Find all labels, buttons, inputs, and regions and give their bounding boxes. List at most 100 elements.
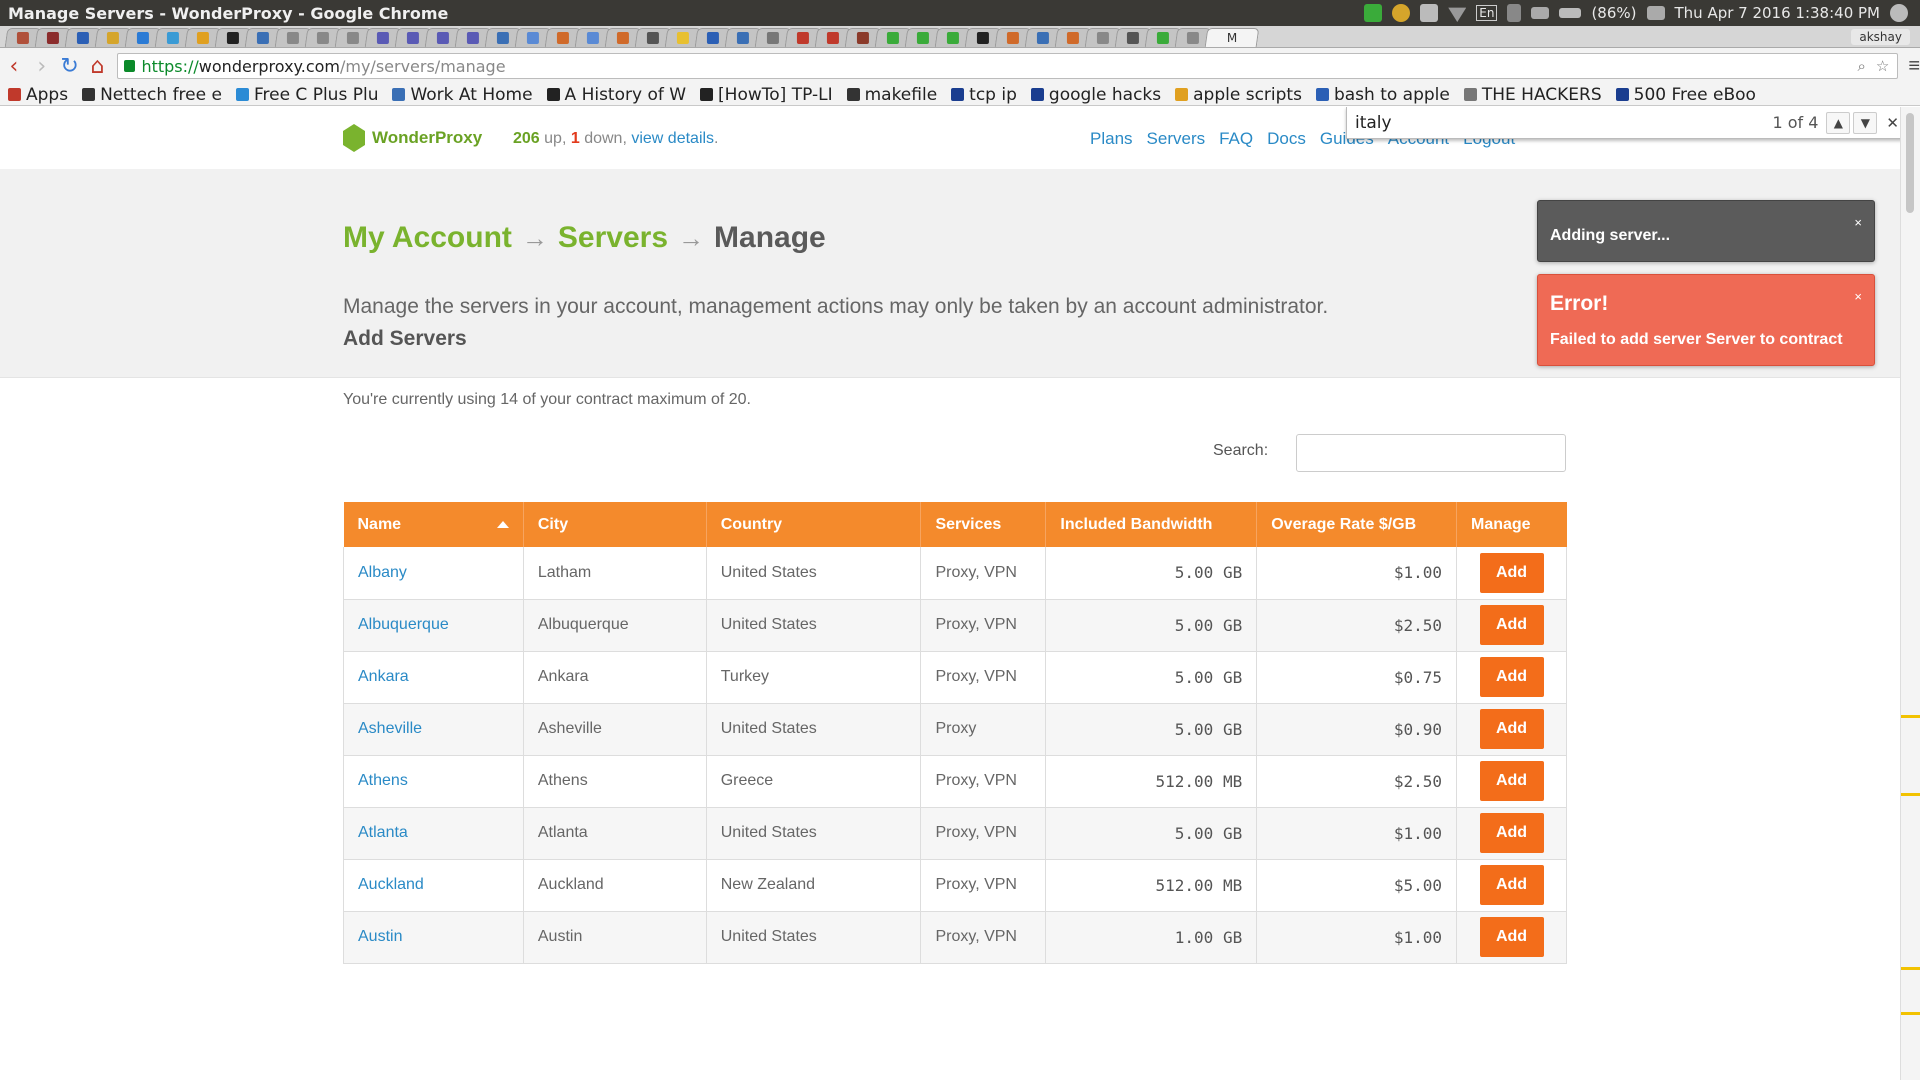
battery-icon[interactable] <box>1559 8 1582 18</box>
find-close-icon[interactable]: ✕ <box>1886 114 1899 132</box>
column-services[interactable]: Services <box>920 502 1047 547</box>
cell-name: Athens <box>343 755 524 808</box>
home-icon[interactable]: ⌂ <box>84 52 112 80</box>
breadcrumb-servers[interactable]: Servers <box>558 221 668 255</box>
bluetooth-icon[interactable] <box>1507 4 1522 22</box>
power-icon[interactable] <box>1890 4 1908 22</box>
dropbox-icon[interactable] <box>1420 4 1439 22</box>
find-input[interactable] <box>1347 112 1747 133</box>
bookmark-label: Work At Home <box>410 84 533 105</box>
chrome-icon[interactable] <box>1392 4 1411 22</box>
bookmark-item[interactable]: google hacks <box>1030 85 1161 105</box>
tab-favicon-icon <box>316 32 329 44</box>
add-server-button[interactable]: Add <box>1479 761 1544 801</box>
volume-icon[interactable] <box>1646 6 1665 20</box>
cell-services: Proxy, VPN <box>920 651 1047 704</box>
cell-manage: Add <box>1456 911 1567 964</box>
cell-name: Asheville <box>343 703 524 756</box>
tab-favicon-icon <box>1156 32 1169 44</box>
tab-favicon-icon <box>766 32 779 44</box>
bookmark-item[interactable]: bash to apple <box>1315 85 1450 105</box>
bookmark-item[interactable]: apple scripts <box>1175 85 1302 105</box>
lock-icon[interactable] <box>124 60 136 72</box>
forward-icon[interactable]: › <box>28 52 56 80</box>
back-icon[interactable]: ‹ <box>0 52 28 80</box>
column-city[interactable]: City <box>523 502 707 547</box>
nav-plans[interactable]: Plans <box>1090 129 1133 149</box>
sort-ascending-icon[interactable] <box>496 520 509 528</box>
server-link[interactable]: Auckland <box>358 876 424 893</box>
active-tab[interactable]: M <box>1204 28 1260 47</box>
find-next-icon[interactable]: ▼ <box>1853 111 1878 134</box>
tab-favicon-icon <box>256 32 269 44</box>
server-link[interactable]: Ankara <box>358 668 409 685</box>
bookmark-label: [HowTo] TP-LI <box>718 84 833 105</box>
add-server-button[interactable]: Add <box>1479 917 1544 957</box>
chrome-menu-icon[interactable]: ≡ <box>1908 55 1920 78</box>
update-icon[interactable] <box>1364 4 1383 22</box>
page-scrollbar[interactable] <box>1900 107 1920 1080</box>
server-link[interactable]: Albany <box>358 564 407 581</box>
site-logo[interactable]: WonderProxy <box>343 124 482 152</box>
add-server-button[interactable]: Add <box>1479 865 1544 905</box>
add-server-button[interactable]: Add <box>1479 552 1544 593</box>
scrollbar-thumb[interactable] <box>1906 113 1914 213</box>
cell-name: Atlanta <box>343 807 524 860</box>
bookmark-item[interactable]: Apps <box>8 85 68 105</box>
keyboard-layout[interactable]: En <box>1476 5 1498 21</box>
table-row: Albany Latham United States Proxy, VPN 5.00 … <box>343 547 1567 600</box>
server-link[interactable]: Athens <box>358 772 408 789</box>
server-link[interactable]: Atlanta <box>358 824 408 841</box>
cell-bandwidth: 512.00 MB <box>1045 755 1258 808</box>
nav-docs[interactable]: Docs <box>1267 129 1306 149</box>
bookmark-item[interactable]: makefile <box>846 85 937 105</box>
battery-percent[interactable]: (86%) <box>1591 4 1636 22</box>
column-bandwidth[interactable]: Included Bandwidth <box>1045 502 1258 547</box>
breadcrumb-my-account[interactable]: My Account <box>343 221 512 255</box>
reload-icon[interactable]: ↻ <box>56 52 84 80</box>
close-icon[interactable]: × <box>1854 215 1862 230</box>
cell-country: Greece <box>706 755 922 808</box>
column-country[interactable]: Country <box>706 502 922 547</box>
bookmarks-bar: Apps Nettech free e Free C Plus Plu Work At… <box>0 84 1920 106</box>
nav-faq[interactable]: FAQ <box>1219 129 1253 149</box>
zoom-search-icon[interactable]: ⌕ <box>1857 57 1865 75</box>
add-server-button[interactable]: Add <box>1479 657 1544 697</box>
address-bar[interactable]: https://wonderproxy.com/my/servers/manag… <box>117 53 1899 79</box>
adding-server-notification: Adding server... × <box>1537 200 1875 262</box>
bookmark-item[interactable]: Nettech free e <box>82 85 222 105</box>
column-manage: Manage <box>1456 502 1567 547</box>
bookmark-star-icon[interactable]: ☆ <box>1876 57 1889 75</box>
clock[interactable]: Thu Apr 7 2016 1:38:40 PM <box>1675 4 1881 22</box>
mail-icon[interactable] <box>1531 7 1550 19</box>
bookmark-item[interactable]: tcp ip <box>951 85 1017 105</box>
add-server-button[interactable]: Add <box>1479 605 1544 645</box>
cell-bandwidth: 5.00 GB <box>1045 547 1258 600</box>
nav-servers[interactable]: Servers <box>1147 129 1206 149</box>
adding-server-message: Adding server... <box>1550 227 1671 244</box>
cell-country: United States <box>706 911 922 964</box>
bookmark-item[interactable]: 500 Free eBoo <box>1615 85 1756 105</box>
bookmark-favicon-icon <box>546 88 560 101</box>
server-link[interactable]: Austin <box>358 928 402 945</box>
profile-user[interactable]: akshay <box>1851 29 1910 45</box>
tab-favicon-icon <box>646 32 659 44</box>
bookmark-item[interactable]: [HowTo] TP-LI <box>700 85 833 105</box>
column-overage-rate[interactable]: Overage Rate $/GB <box>1256 502 1457 547</box>
find-previous-icon[interactable]: ▲ <box>1826 111 1851 134</box>
omnibox-actions: ⌕ ☆ <box>1857 57 1897 75</box>
add-server-button[interactable]: Add <box>1479 813 1544 853</box>
bookmark-item[interactable]: THE HACKERS <box>1463 85 1602 105</box>
view-details-link[interactable]: view details <box>631 130 714 147</box>
server-link[interactable]: Asheville <box>358 720 422 737</box>
add-server-button[interactable]: Add <box>1479 709 1544 749</box>
tab-favicon-icon <box>496 32 509 44</box>
wifi-icon[interactable] <box>1448 7 1467 22</box>
column-name[interactable]: Name <box>343 502 524 547</box>
server-link[interactable]: Albuquerque <box>358 616 449 633</box>
bookmark-item[interactable]: Free C Plus Plu <box>235 85 378 105</box>
bookmark-item[interactable]: A History of W <box>546 85 686 105</box>
search-input[interactable] <box>1296 434 1566 472</box>
close-icon[interactable]: × <box>1854 289 1862 304</box>
bookmark-item[interactable]: Work At Home <box>392 84 533 105</box>
